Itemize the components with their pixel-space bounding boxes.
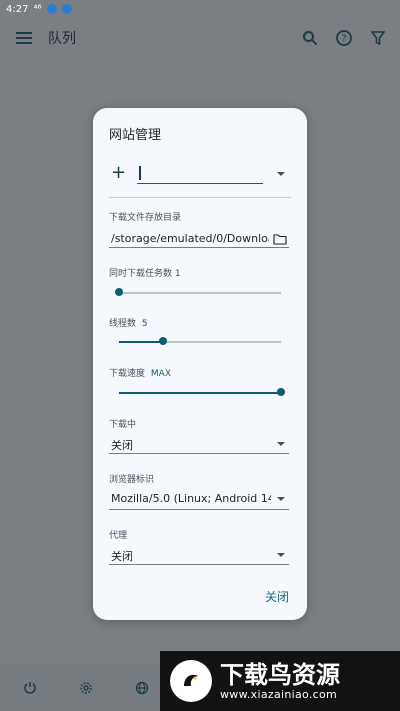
user-agent-label: 浏览器标识 [109,475,155,485]
speed-value: MAX [150,369,171,379]
power-icon[interactable] [20,678,40,698]
add-icon[interactable]: + [111,164,126,182]
app-bar: 队列 ? [0,18,400,58]
proxy-label: 代理 [109,531,128,541]
user-agent-dropdown-icon[interactable] [277,497,285,501]
slider-thumb[interactable] [115,288,123,296]
globe-icon[interactable] [132,678,152,698]
downloading-label: 下载中 [109,420,137,430]
downloading-dropdown-icon[interactable] [277,442,285,446]
downloading-underline [109,453,289,454]
search-icon[interactable] [300,28,320,48]
close-button[interactable]: 关闭 [265,588,289,605]
watermark-banner: 下载鸟资源 www.xiazainiao.com [160,651,400,711]
text-cursor [139,166,141,180]
user-agent-select[interactable]: Mozilla/5.0 (Linux; Android 14; S [111,492,271,505]
speed-slider[interactable] [119,388,285,398]
status-bar: 4:27 ⁴⁶ [0,0,400,18]
dialog-title: 网站管理 [109,128,162,143]
watermark-url: www.xiazainiao.com [220,687,338,701]
page-title: 队列 [48,31,76,47]
concurrent-tasks-slider[interactable] [115,288,281,298]
status-time: 4:27 [6,3,29,15]
svg-text:?: ? [341,34,346,45]
proxy-underline [109,564,289,565]
help-icon[interactable]: ? [334,28,354,48]
filter-icon[interactable] [368,28,388,48]
user-agent-underline [109,509,289,510]
speed-label: 下载速度 MAX [109,369,171,379]
proxy-dropdown-icon[interactable] [277,553,285,557]
download-notification-icon-2 [61,4,72,14]
slider-thumb[interactable] [158,337,167,345]
site-dropdown-icon[interactable] [277,172,285,176]
downloading-select[interactable]: 关闭 [111,437,261,453]
threads-label: 线程数 5 [109,319,148,329]
proxy-select[interactable]: 关闭 [111,548,261,564]
concurrent-tasks-label: 同时下载任务数 1 [109,269,181,279]
download-notification-icon [46,4,57,14]
menu-icon[interactable] [16,31,34,45]
threads-value: 5 [141,319,148,329]
watermark-title: 下载鸟资源 [220,660,340,689]
threads-slider[interactable] [119,337,281,347]
download-dir-field[interactable]: /storage/emulated/0/Download [111,232,269,245]
gear-icon[interactable] [76,678,96,698]
download-dir-label: 下载文件存放目录 [109,213,182,223]
add-site-row: + [109,164,291,186]
network-indicator: ⁴⁶ [33,3,42,15]
download-dir-underline [109,247,289,248]
divider [109,197,291,198]
site-input[interactable] [137,164,263,184]
slider-thumb[interactable] [277,388,285,396]
site-manage-dialog: 网站管理 + 下载文件存放目录 /storage/emulated/0/Down… [93,108,307,620]
bird-logo-icon [170,660,212,702]
